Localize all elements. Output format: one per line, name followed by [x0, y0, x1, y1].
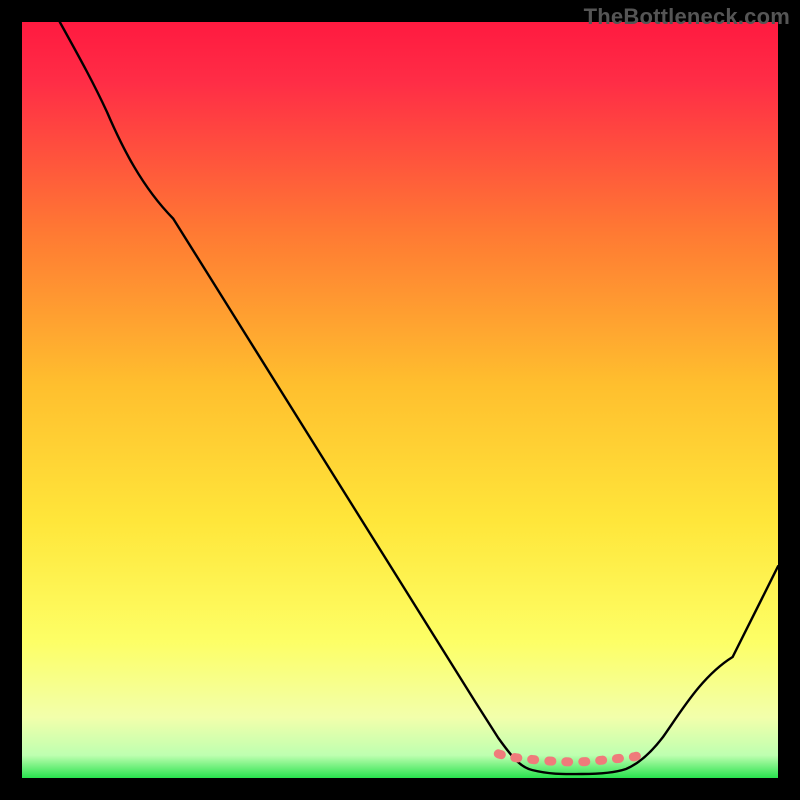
- chart-container: TheBottleneck.com: [0, 0, 800, 800]
- watermark-text: TheBottleneck.com: [584, 4, 790, 30]
- chart-svg: [22, 22, 778, 778]
- plot-area: [22, 22, 778, 778]
- gradient-background: [22, 22, 778, 778]
